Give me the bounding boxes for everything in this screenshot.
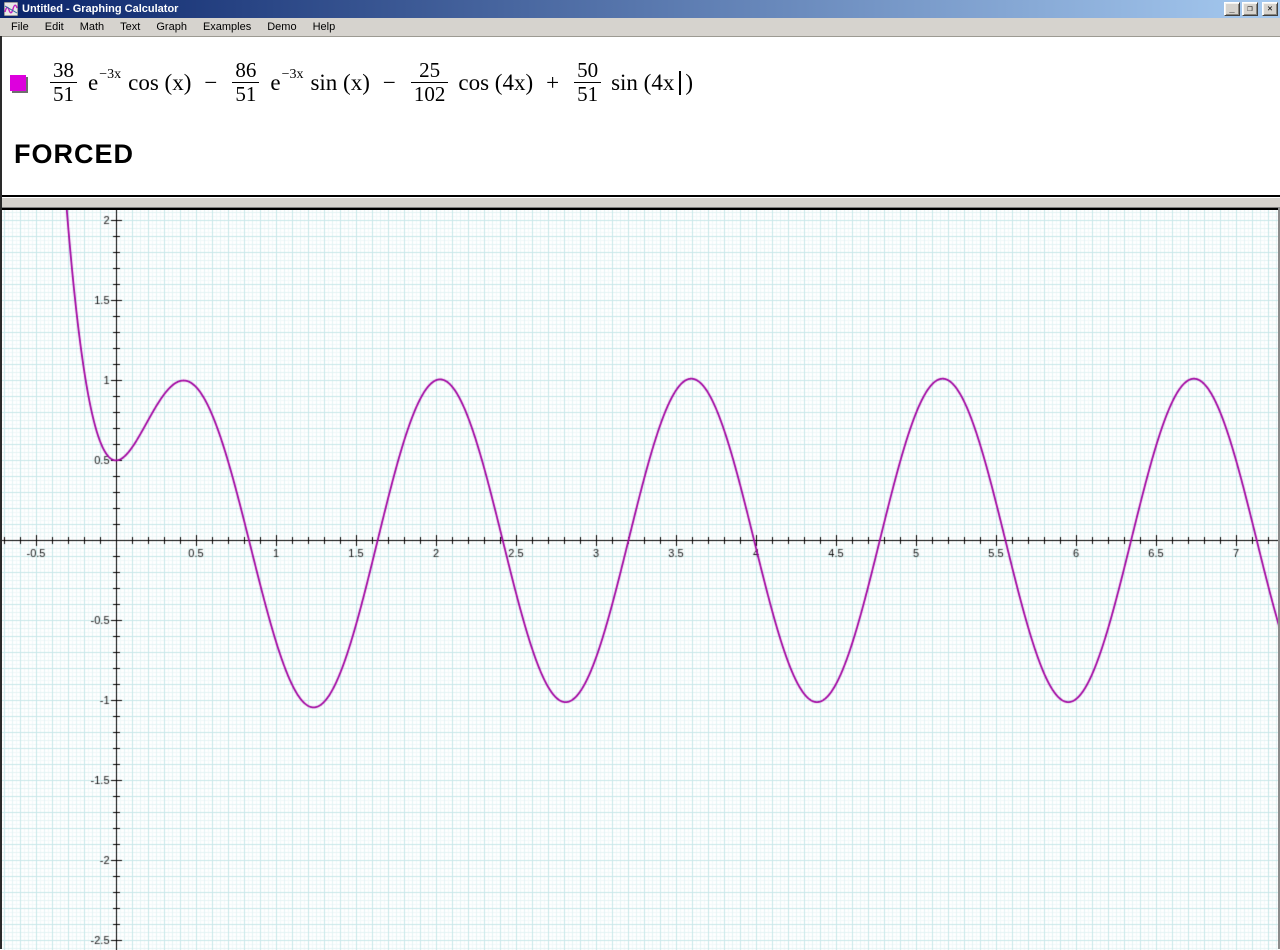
fraction-term: 86 51 bbox=[232, 58, 260, 106]
title-bar: Untitled - Graphing Calculator _ ❐ ✕ bbox=[0, 0, 1280, 18]
menu-item-text[interactable]: Text bbox=[112, 19, 148, 36]
graph-pane bbox=[0, 208, 1280, 950]
window-controls: _ ❐ ✕ bbox=[1222, 2, 1278, 16]
menu-item-examples[interactable]: Examples bbox=[195, 19, 259, 36]
menu-item-edit[interactable]: Edit bbox=[37, 19, 72, 36]
pane-splitter[interactable] bbox=[0, 197, 1280, 208]
restore-button[interactable]: ❐ bbox=[1242, 2, 1258, 16]
menu-item-file[interactable]: File bbox=[3, 19, 37, 36]
annotation-text[interactable]: FORCED bbox=[14, 139, 134, 170]
equation-token: − bbox=[204, 69, 218, 95]
menu-bar: File Edit Math Text Graph Examples Demo Help bbox=[0, 18, 1280, 37]
equation-token: cos (4x) bbox=[458, 69, 534, 95]
equation-pane[interactable]: 38 51 e −3x cos (x) −86 51 e −3x sin (x) −25 102 cos… bbox=[0, 37, 1280, 197]
equation-token: − bbox=[382, 69, 396, 95]
equation-token: sin (x) bbox=[310, 69, 370, 95]
equation-expression[interactable]: 38 51 e −3x cos (x) −86 51 e −3x sin (x) −25 102 cos… bbox=[10, 58, 697, 106]
app-icon bbox=[4, 2, 18, 16]
equation-token: + bbox=[546, 69, 560, 95]
equation-token: −3x bbox=[99, 66, 122, 82]
fraction-term: 25 102 bbox=[410, 58, 449, 106]
minimize-button[interactable]: _ bbox=[1224, 2, 1240, 16]
menu-item-math[interactable]: Math bbox=[72, 19, 112, 36]
menu-item-demo[interactable]: Demo bbox=[259, 19, 304, 36]
equation-token: e bbox=[88, 69, 99, 95]
menu-item-graph[interactable]: Graph bbox=[148, 19, 195, 36]
graph-canvas[interactable] bbox=[0, 210, 1280, 950]
equation-token: e bbox=[270, 69, 281, 95]
equation-token: ) bbox=[685, 69, 694, 95]
menu-item-help[interactable]: Help bbox=[305, 19, 344, 36]
fraction-term: 50 51 bbox=[574, 58, 602, 106]
curve-color-swatch[interactable] bbox=[10, 74, 26, 91]
equation-token: cos (x) bbox=[128, 69, 192, 95]
close-button[interactable]: ✕ bbox=[1262, 2, 1278, 16]
equation-token: −3x bbox=[281, 66, 304, 82]
text-cursor bbox=[679, 70, 682, 95]
fraction-term: 38 51 bbox=[50, 58, 77, 106]
equation-token: sin (4x bbox=[611, 69, 675, 95]
window-title: Untitled - Graphing Calculator bbox=[22, 3, 179, 15]
